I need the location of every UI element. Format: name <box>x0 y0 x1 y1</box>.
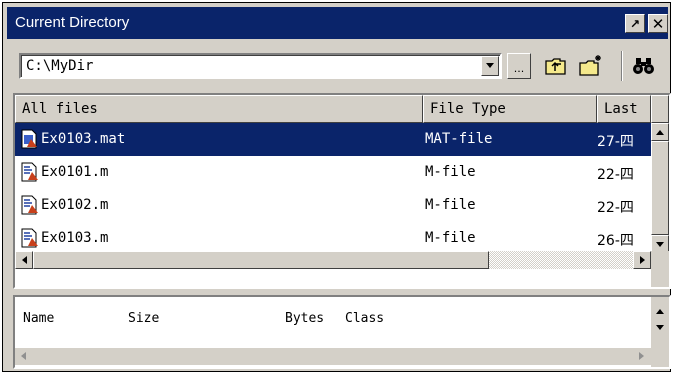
toolbar: C:\MyDir ... <box>7 43 668 87</box>
file-list: All files File Type Last Ex0103.mat MAT-… <box>13 93 671 289</box>
header-corner <box>651 95 669 123</box>
m-file-icon <box>21 228 38 248</box>
arrow-left-icon <box>21 256 27 264</box>
find-files-binoculars-icon[interactable] <box>631 53 657 79</box>
arrow-up-icon <box>656 129 664 135</box>
scroll-right-button[interactable] <box>633 251 651 269</box>
current-directory-window: Current Directory ↗ ✕ C:\MyDir ... All f… <box>2 2 671 372</box>
file-name: Ex0103.m <box>41 230 109 246</box>
m-file-icon <box>21 195 38 215</box>
browse-folder-button[interactable]: ... <box>507 53 531 79</box>
column-header-size[interactable]: Size <box>128 311 159 326</box>
workspace-vertical-scrollbar[interactable] <box>651 297 669 367</box>
column-header-all-files[interactable]: All files <box>15 95 423 123</box>
file-type: M-file <box>425 164 476 180</box>
column-header-bytes[interactable]: Bytes <box>285 311 324 326</box>
file-type: M-file <box>425 197 476 213</box>
file-last-modified: 22-四 <box>597 200 634 216</box>
close-button[interactable]: ✕ <box>648 14 668 33</box>
undock-button[interactable]: ↗ <box>625 14 645 33</box>
file-type: M-file <box>425 230 476 246</box>
title-bar: Current Directory ↗ ✕ <box>7 7 668 39</box>
close-icon: ✕ <box>651 14 665 33</box>
current-directory-combo[interactable]: C:\MyDir <box>19 53 502 79</box>
column-header-last-modified[interactable]: Last <box>597 95 651 123</box>
chevron-down-icon <box>486 63 494 68</box>
file-last-modified: 26-四 <box>597 233 634 249</box>
current-directory-path[interactable]: C:\MyDir <box>26 58 93 74</box>
file-list-header: All files File Type Last <box>15 95 651 123</box>
arrow-right-icon <box>639 256 645 264</box>
workspace-horizontal-scrollbar[interactable] <box>15 347 651 365</box>
file-row[interactable]: Ex0102.m M-file 22-四 <box>15 189 651 222</box>
file-row[interactable]: Ex0103.mat MAT-file 27-四 <box>15 123 651 156</box>
arrow-up-icon <box>656 309 664 314</box>
column-header-class[interactable]: Class <box>345 311 384 326</box>
vertical-scrollbar-thumb[interactable] <box>651 141 669 235</box>
new-folder-icon[interactable] <box>578 53 604 79</box>
arrow-down-icon <box>656 325 664 330</box>
arrow-left-icon <box>21 352 26 360</box>
file-name: Ex0101.m <box>41 164 109 180</box>
horizontal-scrollbar-thumb[interactable] <box>33 251 489 269</box>
arrow-down-icon <box>656 241 664 247</box>
path-dropdown-button[interactable] <box>481 56 499 76</box>
scroll-left-button[interactable] <box>15 251 33 269</box>
undock-arrow-icon: ↗ <box>629 16 641 31</box>
mat-file-icon <box>21 129 37 149</box>
file-rows: Ex0103.mat MAT-file 27-四 Ex0101.m M-file… <box>15 123 651 255</box>
file-last-modified: 27-四 <box>597 134 634 150</box>
file-row[interactable]: Ex0101.m M-file 22-四 <box>15 156 651 189</box>
file-type: MAT-file <box>425 131 493 147</box>
m-file-icon <box>21 162 38 182</box>
file-last-modified: 22-四 <box>597 167 634 183</box>
file-name: Ex0102.m <box>41 197 109 213</box>
workspace-header: Name Size Bytes Class <box>15 297 651 341</box>
window-title: Current Directory <box>15 14 130 31</box>
toolbar-separator <box>621 51 623 81</box>
scrollbar-corner <box>651 251 669 287</box>
arrow-right-icon <box>639 352 644 360</box>
workspace-details-pane: Name Size Bytes Class <box>13 295 671 369</box>
column-header-file-type[interactable]: File Type <box>423 95 597 123</box>
column-header-name[interactable]: Name <box>23 311 54 326</box>
browse-button-label: ... <box>513 62 525 75</box>
file-name: Ex0103.mat <box>41 131 126 147</box>
scroll-up-button[interactable] <box>651 123 669 141</box>
parent-folder-icon[interactable] <box>543 53 569 79</box>
